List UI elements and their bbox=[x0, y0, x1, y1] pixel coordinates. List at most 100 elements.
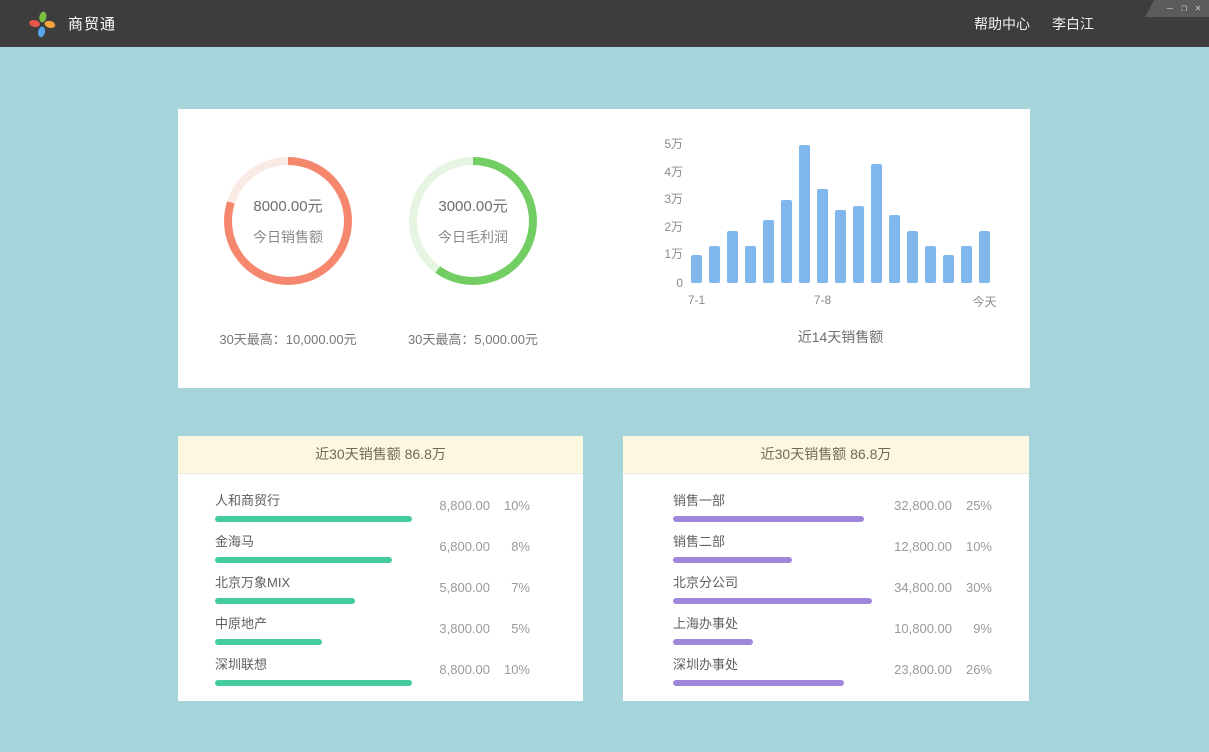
list-item-name: 北京万象MIX bbox=[215, 572, 355, 591]
list-item[interactable]: 金海马 6,800.00 8% bbox=[178, 526, 583, 567]
dashboard: 8000.00元 今日销售额 30天最高：10,000.00元 3000.00元… bbox=[0, 47, 1209, 752]
donut-center-text: 3000.00元 今日毛利润 bbox=[438, 195, 508, 247]
bar bbox=[889, 215, 900, 283]
donut-center-text: 8000.00元 今日销售额 bbox=[253, 195, 323, 247]
help-center-link[interactable]: 帮助中心 bbox=[974, 14, 1030, 34]
y-axis-tick: 1万 bbox=[643, 245, 683, 262]
list-item-amount: 12,800.00 bbox=[878, 539, 952, 554]
x-axis-tick: 7-8 bbox=[814, 293, 831, 307]
list-item-main: 北京万象MIX bbox=[215, 572, 355, 604]
list-item-main: 北京分公司 bbox=[673, 572, 872, 604]
customer-rows: 人和商贸行8,800.0010%金海马6,800.008%北京万象MIX5,80… bbox=[178, 474, 583, 690]
department-sales-card: 近30天销售额 86.8万 销售一部 32,800.0025% 销售二部 12,800… bbox=[623, 436, 1029, 701]
list-item-name: 销售二部 bbox=[673, 531, 792, 550]
list-item-name: 北京分公司 bbox=[673, 572, 872, 591]
x-axis-tick: 7-1 bbox=[688, 293, 705, 307]
list-item[interactable]: 北京万象MIX 5,800.00 7% bbox=[178, 567, 583, 608]
app-title: 商贸通 bbox=[68, 13, 116, 34]
list-item-bar bbox=[215, 557, 392, 563]
titlebar-nav: 帮助中心 李白江 bbox=[974, 14, 1094, 34]
list-item-main: 金海马 bbox=[215, 531, 392, 563]
y-axis-tick: 4万 bbox=[643, 163, 683, 180]
list-item-name: 人和商贸行 bbox=[215, 490, 412, 509]
bar bbox=[763, 220, 774, 283]
customer-sales-card: 近30天销售额 86.8万 人和商贸行8,800.0010%金海马6,800.0… bbox=[178, 436, 583, 701]
bar bbox=[979, 231, 990, 283]
list-item-main: 人和商贸行 bbox=[215, 490, 412, 522]
list-item[interactable]: 深圳联想 8,800.0010% bbox=[178, 649, 583, 690]
bar bbox=[691, 255, 702, 283]
x-axis-tick: 今天 bbox=[972, 293, 996, 310]
list-item-stats: 8,800.00 10% bbox=[416, 498, 530, 513]
list-item-percent: 8% bbox=[500, 539, 530, 554]
department-card-title: 近30天销售额 86.8万 bbox=[623, 436, 1029, 474]
list-item-percent: 10% bbox=[962, 539, 992, 554]
bar bbox=[781, 200, 792, 283]
list-item-name: 销售一部 bbox=[673, 490, 864, 509]
list-item[interactable]: 深圳办事处23,800.0026% bbox=[623, 649, 1029, 690]
today-sales-value: 8000.00元 bbox=[253, 195, 323, 216]
list-item-name: 深圳办事处 bbox=[673, 654, 844, 673]
list-item-main: 深圳联想 bbox=[215, 654, 412, 686]
list-item-amount: 5,800.00 bbox=[416, 580, 490, 595]
bar bbox=[871, 164, 882, 283]
list-item[interactable]: 上海办事处 10,800.009% bbox=[623, 608, 1029, 649]
list-item-percent: 7% bbox=[500, 580, 530, 595]
list-item-stats: 5,800.00 7% bbox=[416, 580, 530, 595]
bar bbox=[709, 246, 720, 283]
today-sales-donut-chart: 8000.00元 今日销售额 bbox=[224, 157, 352, 285]
list-item-percent: 9% bbox=[962, 621, 992, 636]
customer-card-title: 近30天销售额 86.8万 bbox=[178, 436, 583, 474]
list-item[interactable]: 北京分公司 34,800.00 30% bbox=[623, 567, 1029, 608]
close-button[interactable]: ✕ bbox=[1195, 0, 1201, 17]
list-item-stats: 34,800.00 30% bbox=[878, 580, 992, 595]
maximize-button[interactable]: ❐ bbox=[1181, 0, 1187, 17]
list-item-stats: 3,800.005% bbox=[416, 621, 530, 636]
list-item-bar bbox=[215, 639, 322, 645]
minimize-button[interactable]: — bbox=[1167, 0, 1173, 17]
today-profit-30day-max: 30天最高：5,000.00元 bbox=[408, 329, 538, 348]
list-item-amount: 6,800.00 bbox=[416, 539, 490, 554]
list-item[interactable]: 人和商贸行 8,800.00 10% bbox=[178, 485, 583, 526]
y-axis-tick: 0 bbox=[643, 276, 683, 290]
list-item-amount: 8,800.00 bbox=[416, 498, 490, 513]
bar-chart-plot: 5万4万3万2万1万0 bbox=[691, 145, 990, 283]
bar bbox=[727, 231, 738, 283]
list-item-percent: 30% bbox=[962, 580, 992, 595]
list-item-main: 上海办事处 bbox=[673, 613, 753, 645]
list-item-percent: 10% bbox=[500, 662, 530, 677]
x-axis-labels: 7-17-8今天 bbox=[691, 293, 990, 315]
list-item-name: 金海马 bbox=[215, 531, 392, 550]
list-item-stats: 8,800.0010% bbox=[416, 662, 530, 677]
bar bbox=[835, 210, 846, 283]
list-item[interactable]: 销售一部 32,800.0025% bbox=[623, 485, 1029, 526]
list-item-stats: 10,800.009% bbox=[878, 621, 992, 636]
list-item-name: 深圳联想 bbox=[215, 654, 412, 673]
overview-card: 8000.00元 今日销售额 30天最高：10,000.00元 3000.00元… bbox=[178, 109, 1030, 388]
list-item[interactable]: 中原地产3,800.005% bbox=[178, 608, 583, 649]
y-axis-tick: 3万 bbox=[643, 190, 683, 207]
list-item-bar bbox=[673, 598, 872, 604]
y-axis-tick: 5万 bbox=[643, 135, 683, 152]
list-item-main: 销售二部 bbox=[673, 531, 792, 563]
bar bbox=[799, 145, 810, 283]
today-profit-donut-chart: 3000.00元 今日毛利润 bbox=[409, 157, 537, 285]
list-item-percent: 26% bbox=[962, 662, 992, 677]
app-window: 商贸通 帮助中心 李白江 — ❐ ✕ 8000.00元 今日销售额 30天最高：… bbox=[0, 0, 1209, 752]
list-item-percent: 5% bbox=[500, 621, 530, 636]
user-name-menu[interactable]: 李白江 bbox=[1052, 14, 1094, 34]
list-item-bar bbox=[673, 639, 753, 645]
list-item-stats: 32,800.0025% bbox=[878, 498, 992, 513]
list-item-name: 上海办事处 bbox=[673, 613, 753, 632]
list-item-stats: 12,800.00 10% bbox=[878, 539, 992, 554]
today-profit-value: 3000.00元 bbox=[438, 195, 508, 216]
bar bbox=[817, 189, 828, 283]
bar bbox=[961, 246, 972, 283]
department-rows: 销售一部 32,800.0025% 销售二部 12,800.00 10% 北京分公司 34,… bbox=[623, 474, 1029, 690]
list-item-main: 深圳办事处 bbox=[673, 654, 844, 686]
list-item-bar bbox=[673, 557, 792, 563]
list-item[interactable]: 销售二部 12,800.00 10% bbox=[623, 526, 1029, 567]
list-item-amount: 34,800.00 bbox=[878, 580, 952, 595]
list-item-percent: 10% bbox=[500, 498, 530, 513]
chart-title: 近14天销售额 bbox=[691, 327, 990, 347]
